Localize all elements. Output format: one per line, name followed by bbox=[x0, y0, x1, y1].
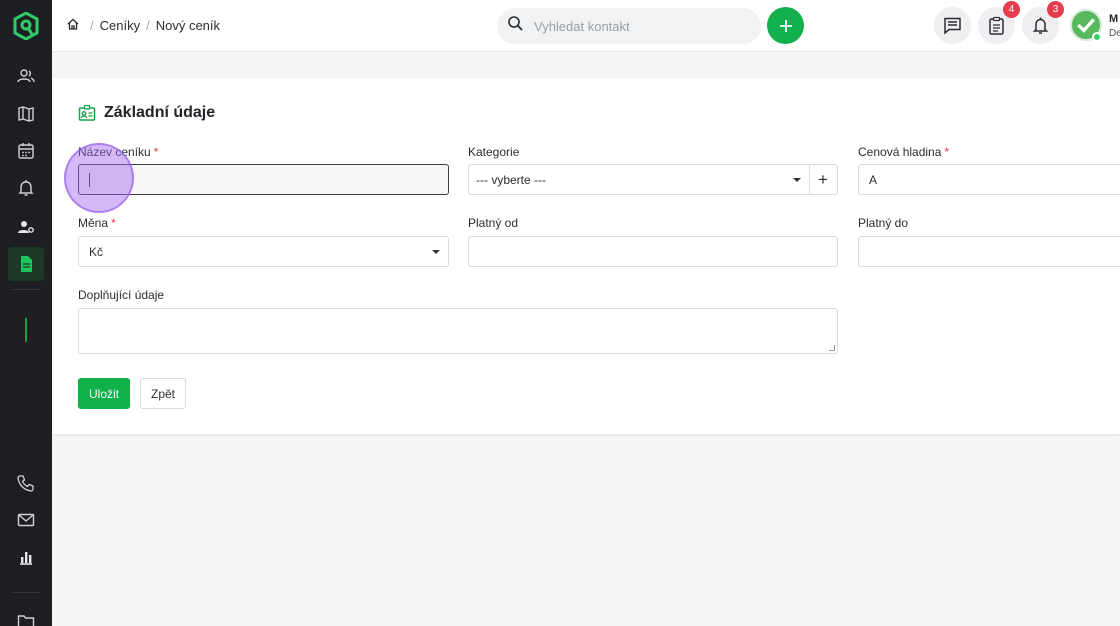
price-level-label: Cenová hladina * bbox=[858, 145, 950, 159]
sidebar-divider bbox=[12, 289, 40, 290]
chevron-down-icon bbox=[432, 250, 440, 254]
sidebar-bell-icon[interactable] bbox=[8, 171, 44, 205]
sidebar-document-icon[interactable] bbox=[8, 247, 44, 281]
sidebar-map-icon[interactable] bbox=[8, 97, 44, 131]
plus-icon bbox=[779, 19, 792, 32]
user-subtitle: De bbox=[1109, 28, 1120, 39]
chat-icon bbox=[944, 17, 961, 35]
sidebar-contacts-icon[interactable] bbox=[8, 59, 44, 93]
extra-info-textarea[interactable] bbox=[78, 308, 838, 354]
add-category-button[interactable]: + bbox=[809, 164, 838, 195]
add-button[interactable] bbox=[767, 7, 804, 44]
currency-select[interactable]: Kč bbox=[78, 236, 449, 267]
sidebar-folder-icon[interactable] bbox=[8, 604, 44, 626]
messages-button[interactable] bbox=[934, 7, 971, 44]
save-button[interactable]: Uložit bbox=[78, 378, 130, 409]
tasks-button[interactable]: 4 bbox=[978, 1, 1020, 44]
sidebar bbox=[0, 0, 52, 626]
breadcrumb: / Ceníky / Nový ceník bbox=[66, 17, 220, 34]
breadcrumb-item-current: Nový ceník bbox=[155, 18, 221, 33]
app-logo-icon[interactable] bbox=[13, 11, 39, 41]
bell-icon bbox=[1032, 17, 1049, 34]
user-name[interactable]: M bbox=[1109, 13, 1118, 25]
currency-selected-value: Kč bbox=[89, 244, 104, 259]
top-header: / Ceníky / Nový ceník 4 3 M De bbox=[52, 0, 1120, 52]
currency-label: Měna * bbox=[78, 216, 116, 230]
category-selected-value: --- vyberte --- bbox=[476, 172, 546, 187]
valid-to-label: Platný do bbox=[858, 216, 909, 230]
breadcrumb-separator: / bbox=[146, 18, 150, 33]
sidebar-mail-icon[interactable] bbox=[8, 503, 44, 537]
home-icon[interactable] bbox=[66, 17, 84, 34]
notifications-button[interactable]: 3 bbox=[1022, 1, 1064, 44]
breadcrumb-separator: / bbox=[90, 18, 94, 33]
valid-from-input[interactable] bbox=[468, 236, 838, 267]
section-title-text: Základní údaje bbox=[104, 104, 216, 121]
valid-from-label: Platný od bbox=[468, 216, 519, 230]
online-status-indicator bbox=[1092, 32, 1102, 42]
extra-info-label: Doplňující údaje bbox=[78, 288, 165, 302]
clipboard-icon bbox=[989, 16, 1004, 35]
category-label: Kategorie bbox=[468, 145, 520, 159]
click-indicator bbox=[64, 143, 134, 213]
sidebar-phone-icon[interactable] bbox=[8, 466, 44, 500]
resize-handle[interactable] bbox=[829, 345, 835, 351]
basic-info-card: Základní údaje Název ceníku * Kategorie -… bbox=[52, 78, 1120, 434]
back-button[interactable]: Zpět bbox=[140, 378, 186, 409]
sidebar-user-settings-icon[interactable] bbox=[8, 210, 44, 244]
sidebar-divider-bottom bbox=[12, 592, 40, 593]
sidebar-active-indicator bbox=[25, 318, 27, 342]
sidebar-chart-icon[interactable] bbox=[8, 540, 44, 574]
contact-search bbox=[497, 8, 761, 44]
search-input[interactable] bbox=[534, 18, 734, 34]
price-level-value: A bbox=[869, 172, 878, 187]
notifications-badge: 3 bbox=[1047, 1, 1064, 18]
breadcrumb-item-ceniky[interactable]: Ceníky bbox=[100, 18, 140, 33]
sidebar-calendar-icon[interactable] bbox=[8, 134, 44, 168]
id-card-icon bbox=[78, 104, 96, 121]
tasks-badge: 4 bbox=[1003, 1, 1020, 18]
valid-to-input[interactable] bbox=[858, 236, 1120, 267]
section-title: Základní údaje bbox=[78, 104, 215, 122]
category-select[interactable]: --- vyberte --- bbox=[468, 164, 810, 195]
price-level-input[interactable]: A bbox=[858, 164, 1120, 195]
search-icon bbox=[507, 15, 524, 37]
chevron-down-icon bbox=[793, 178, 801, 182]
